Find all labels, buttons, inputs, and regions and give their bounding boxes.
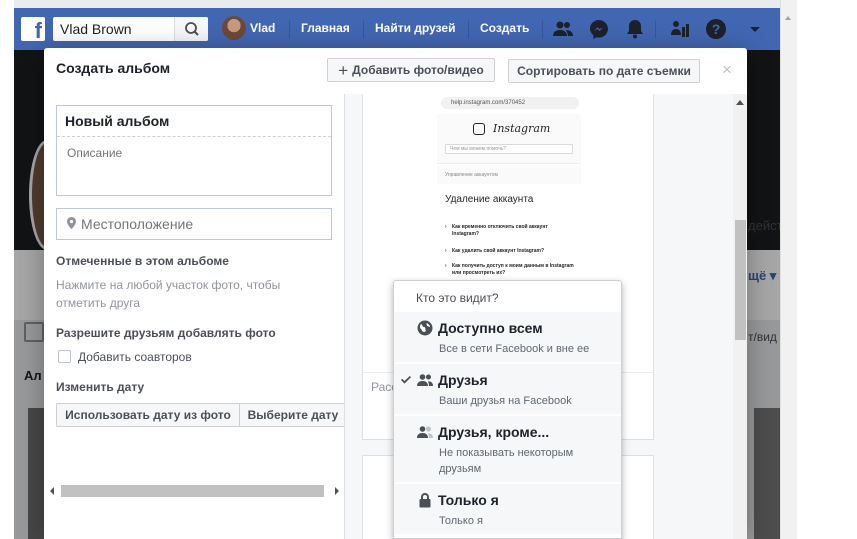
add-photo-video-button[interactable]: + Добавить фото/видео [327, 58, 495, 82]
sort-by-date-button[interactable]: Сортировать по дате съемки [508, 59, 700, 83]
globe-icon [417, 320, 433, 336]
nav-find-friends[interactable]: Найти друзей [375, 21, 455, 35]
add-photo-video-label: Добавить фото/видео [352, 63, 484, 77]
lock-icon [419, 493, 431, 508]
tagged-hint: Нажмите на любой участок фото, чтобы отм… [56, 278, 281, 310]
privacy-option-title: Только я [438, 492, 499, 508]
screenshot-search: Чем мы можем помочь? [445, 144, 573, 154]
screenshot-question: Как временно отключить свой аккаунт Inst… [445, 224, 575, 238]
album-details-panel: Отмеченные в этом альбоме Нажмите на люб… [44, 94, 347, 539]
checkmark-icon [401, 376, 411, 384]
privacy-option-subtitle: Ваши друзья на Facebook [439, 395, 572, 407]
nav-home[interactable]: Главная [301, 21, 350, 35]
scroll-up-arrow-icon[interactable] [784, 14, 792, 22]
scroll-up-arrow-icon[interactable] [736, 100, 744, 105]
screenshot-question: Как получить доступ к моим данным в Inst… [445, 263, 575, 277]
nav-divider [655, 20, 656, 38]
nav-user-name[interactable]: Vlad [250, 21, 275, 35]
search-input[interactable] [53, 17, 178, 41]
privacy-option-subtitle: Все в сети Facebook и вне ее [439, 343, 590, 355]
privacy-menu-header: Кто это видит? [416, 291, 499, 305]
horizontal-scrollbar[interactable] [50, 484, 340, 498]
browser-scrollbar[interactable] [780, 0, 797, 539]
privacy-dropdown-menu: Кто это видит? Доступно всем Все в сети … [393, 280, 622, 539]
change-date-label: Изменить дату [56, 380, 145, 394]
screenshot-heading: Удаление аккаунта [445, 194, 534, 205]
add-coauthors-label[interactable]: Добавить соавторов [78, 350, 192, 364]
search-box [53, 17, 208, 41]
vertical-scrollbar[interactable] [733, 94, 747, 539]
privacy-option-title: Друзья, кроме... [438, 424, 550, 440]
choose-date-button[interactable]: Выберите дату [239, 403, 347, 427]
screenshot-section: Управление аккаунтом [437, 166, 581, 184]
friends-icon [417, 374, 433, 386]
close-icon[interactable]: × [722, 61, 732, 78]
privacy-option-friends[interactable]: Друзья Ваши друзья на Facebook [394, 363, 621, 414]
location-pin-icon [67, 217, 76, 229]
messenger-icon[interactable] [588, 18, 610, 40]
screenshot-header: Instagram Чем мы можем помочь? [437, 114, 581, 164]
privacy-option-title: Доступно всем [438, 320, 543, 336]
scroll-right-arrow-icon[interactable] [334, 487, 339, 495]
dialog-title: Создать альбом [56, 60, 171, 76]
privacy-option-title: Друзья [438, 372, 488, 388]
nav-divider [542, 20, 543, 38]
nav-create[interactable]: Создать [480, 21, 529, 35]
nav-divider [468, 20, 469, 38]
friends-except-icon [417, 426, 433, 438]
screenshot-url: help.instagram.com/370452 [441, 97, 579, 109]
location-input[interactable] [81, 209, 329, 239]
album-name-description-box [56, 105, 332, 196]
album-name-input[interactable] [57, 106, 331, 137]
privacy-option-subtitle: Только я [439, 515, 483, 527]
nav-divider [289, 20, 290, 38]
privacy-option-subtitle: Не показывать некоторым друзьям [439, 447, 574, 475]
search-icon [185, 22, 199, 36]
account-menu-icon[interactable] [744, 18, 766, 40]
screenshot-question: Как удалить свой аккаунт Instagram? [445, 248, 575, 255]
user-avatar[interactable] [222, 16, 246, 40]
search-button[interactable] [174, 17, 208, 41]
tagged-label: Отмеченные в этом альбоме [56, 254, 229, 268]
screenshot-logo-text: Instagram [493, 122, 551, 135]
nav-divider [363, 20, 364, 38]
privacy-option-public[interactable]: Доступно всем Все в сети Facebook и вне … [394, 311, 621, 362]
help-question-icon[interactable]: ? [705, 18, 727, 40]
notifications-bell-icon[interactable] [624, 18, 646, 40]
use-photo-date-button[interactable]: Использовать дату из фото [56, 403, 240, 427]
friend-requests-icon[interactable] [552, 18, 574, 40]
svg-text:?: ? [712, 21, 721, 37]
add-coauthors-checkbox[interactable] [58, 350, 71, 363]
scroll-left-arrow-icon[interactable] [50, 487, 55, 495]
allow-friends-label: Разрешите друзьям добавлять фото [56, 326, 276, 340]
album-description-input[interactable] [57, 138, 331, 195]
instagram-logo-icon [473, 123, 485, 135]
privacy-option-friends-except[interactable]: Друзья, кроме... Не показывать некоторым… [394, 415, 621, 482]
plus-icon: + [338, 61, 349, 80]
vertical-scroll-thumb[interactable] [735, 220, 746, 340]
top-navigation-bar: f Vlad Главная Найти друзей Создать ? [14, 8, 780, 50]
quick-help-icon[interactable] [669, 18, 691, 40]
privacy-option-only-me[interactable]: Только я Только я [394, 483, 621, 534]
location-box [56, 208, 332, 240]
horizontal-scroll-thumb[interactable] [61, 485, 324, 497]
facebook-logo-icon[interactable]: f [21, 17, 45, 41]
